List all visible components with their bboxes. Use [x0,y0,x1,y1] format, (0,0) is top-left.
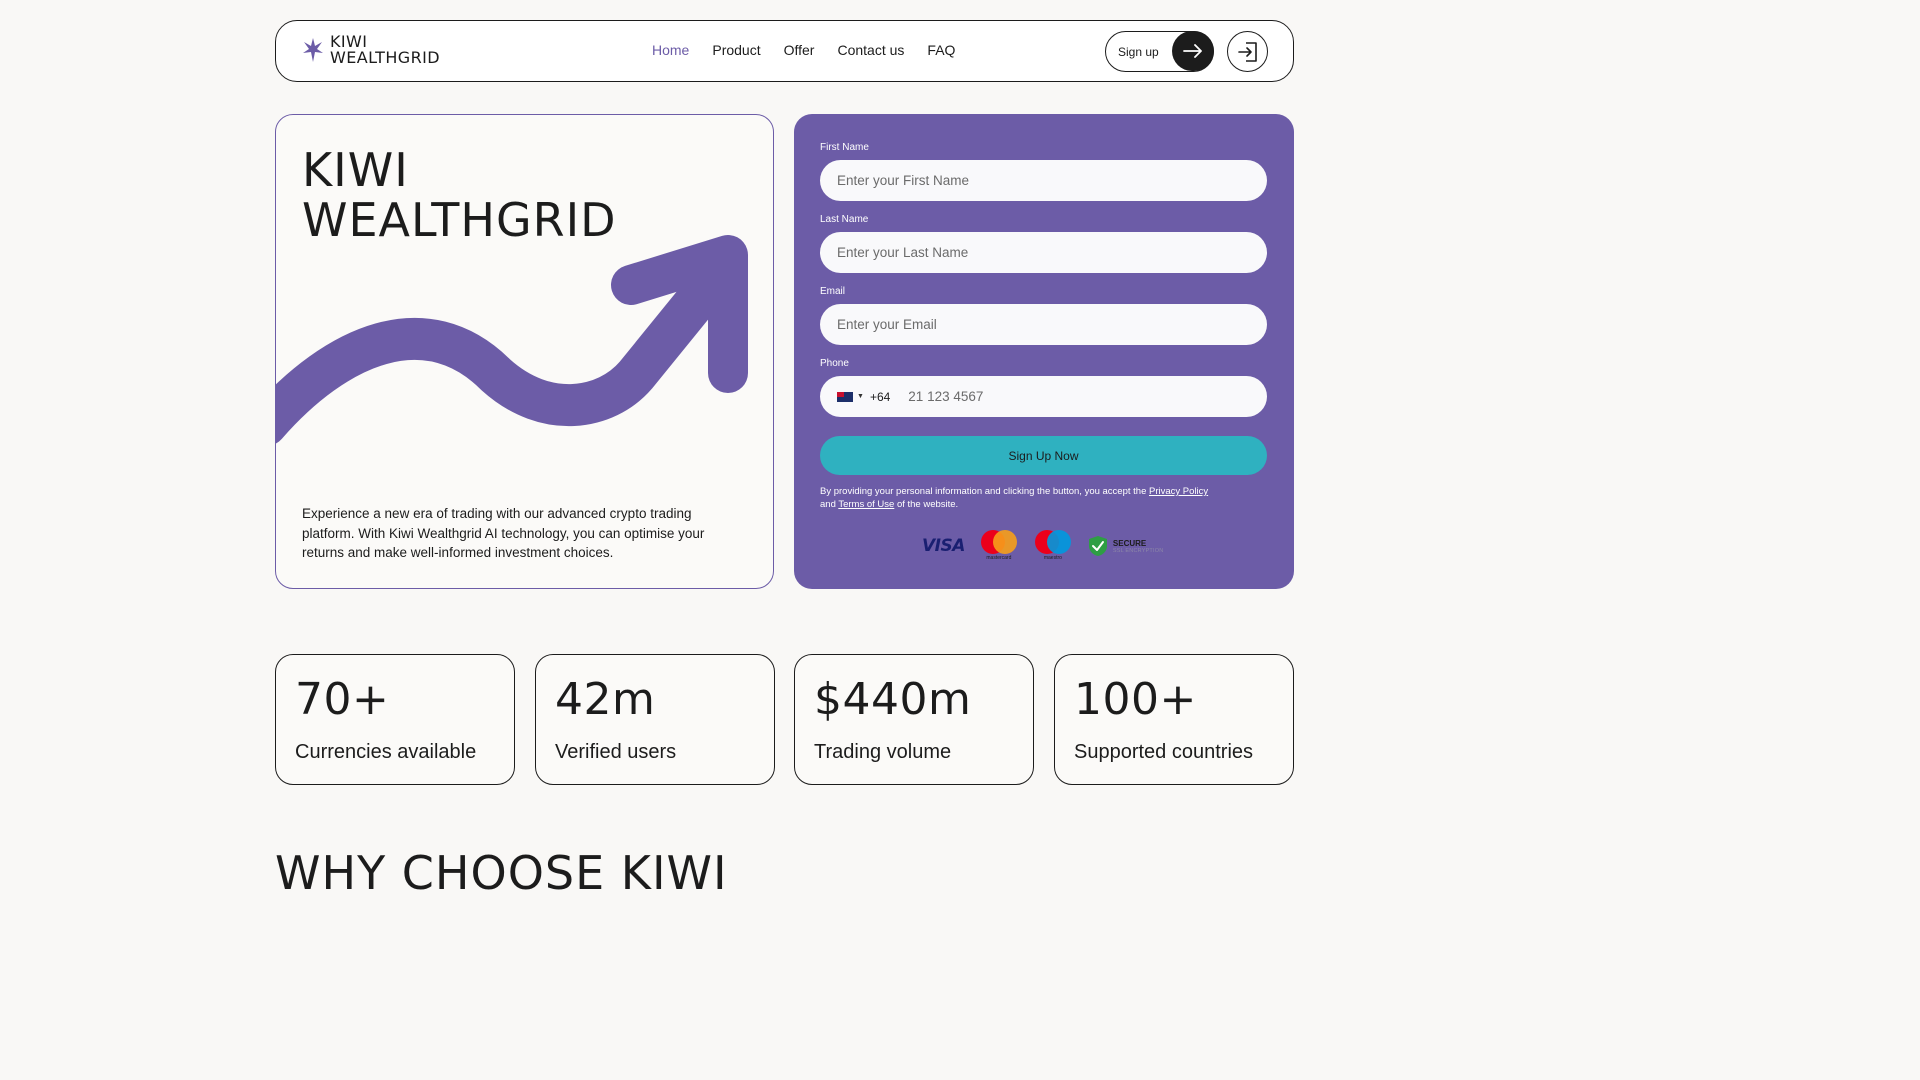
maestro-logo: maestro [1033,530,1073,562]
dial-code: +64 [869,389,891,404]
sign-up-now-button[interactable]: Sign Up Now [820,436,1267,475]
phone-field: ▼ +64 [820,376,1267,417]
first-name-input[interactable] [820,160,1267,201]
signup-button[interactable]: Sign up [1105,31,1214,72]
shield-check-icon [1088,536,1107,556]
legal-notice: By providing your personal information a… [820,486,1209,510]
stat-card-countries: 100+ Supported countries [1054,654,1294,785]
login-icon [1237,41,1257,62]
nav-item-contact[interactable]: Contact us [837,42,904,58]
brand-name: KIWI WEALTHGRID [330,32,440,67]
phone-input[interactable] [908,389,1209,404]
stat-value: 70+ [295,674,390,725]
growth-arrow-illustration [276,235,748,444]
section-heading: WHY CHOOSE KIWI [275,846,728,900]
first-name-label: First Name [820,142,869,153]
email-input[interactable] [820,304,1267,345]
nav-item-offer[interactable]: Offer [784,42,815,58]
top-nav: KIWI WEALTHGRID Home Product Offer Conta… [275,20,1294,82]
brand-logo[interactable]: KIWI WEALTHGRID [302,34,440,66]
arrow-right-icon [1172,31,1214,71]
nav-item-product[interactable]: Product [712,42,760,58]
visa-logo: VISA [922,536,965,556]
stat-card-users: 42m Verified users [535,654,775,785]
payment-badges: VISA mastercard maestro SECURE SSL ENCRY… [922,530,1163,562]
signup-button-label: Sign up [1118,44,1159,59]
last-name-input[interactable] [820,232,1267,273]
nav-item-home[interactable]: Home [652,42,689,58]
mastercard-logo: mastercard [979,530,1019,562]
stat-value: $440m [814,674,972,725]
nav-item-faq[interactable]: FAQ [927,42,955,58]
star-logo-icon [303,38,323,62]
nz-flag-icon[interactable] [837,391,853,402]
terms-of-use-link[interactable]: Terms of Use [838,499,894,510]
hero-description: Experience a new era of trading with our… [302,506,705,560]
ssl-secure-badge: SECURE SSL ENCRYPTION [1087,535,1163,557]
signup-form: First Name Last Name Email Phone ▼ +64 S… [794,114,1294,589]
phone-label: Phone [820,358,849,369]
stat-label: Supported countries [1074,741,1254,763]
privacy-policy-link[interactable]: Privacy Policy [1149,486,1208,497]
chevron-down-icon[interactable]: ▼ [857,393,864,400]
stat-label: Trading volume [814,741,952,763]
main-menu: Home Product Offer Contact us FAQ [652,42,955,58]
email-label: Email [820,286,846,297]
stat-value: 100+ [1074,674,1197,725]
stat-label: Verified users [555,741,677,763]
last-name-label: Last Name [820,214,869,225]
stat-value: 42m [555,674,656,725]
stat-card-currencies: 70+ Currencies available [275,654,515,785]
stat-card-volume: $440m Trading volume [794,654,1034,785]
login-button[interactable] [1227,31,1268,72]
stat-label: Currencies available [295,741,477,763]
hero-card: KIWI WEALTHGRID Experience a new era of … [275,114,774,589]
